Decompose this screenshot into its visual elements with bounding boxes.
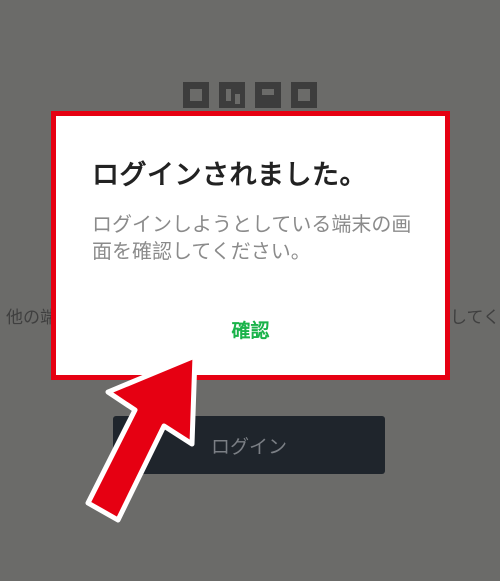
confirm-button[interactable]: 確認	[56, 316, 445, 343]
login-button-label: ログイン	[210, 435, 287, 458]
login-confirmation-dialog: ログインされました。 ログインしようとしている端末の画面を確認してください。 確…	[51, 111, 450, 380]
dialog-title: ログインされました。	[92, 160, 367, 191]
background-instruction-text-right: してく	[450, 308, 500, 328]
red-arrow-icon	[85, 353, 198, 523]
background-instruction-text-left: 他の端	[6, 308, 57, 328]
dialog-message: ログインしようとしている端末の画面を確認してください。	[92, 212, 412, 263]
